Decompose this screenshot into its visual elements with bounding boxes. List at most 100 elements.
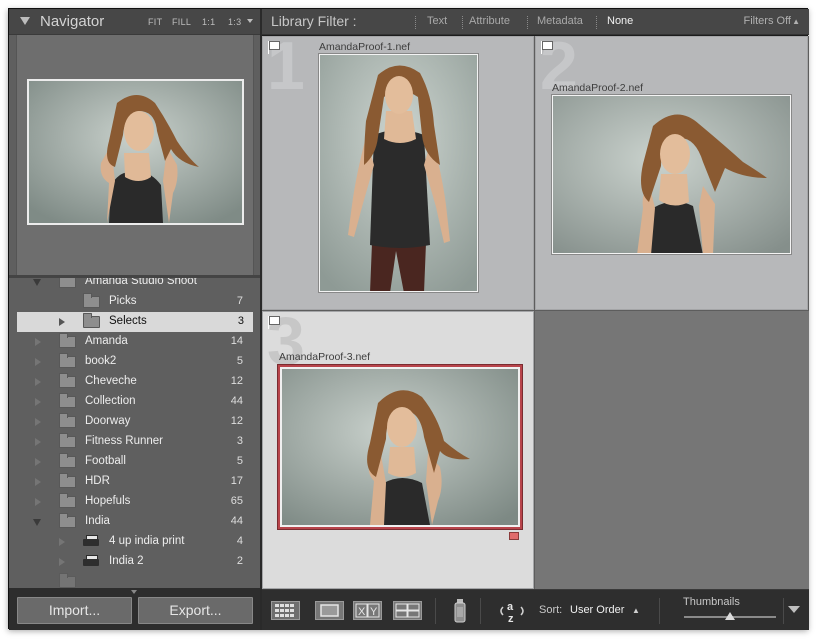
flag-icon[interactable]	[268, 316, 280, 329]
disclosure-triangle-icon[interactable]	[33, 279, 41, 286]
grid-empty-area	[535, 311, 809, 589]
filter-separator	[415, 16, 416, 29]
folder-icon	[59, 333, 76, 348]
disclosure-triangle-icon[interactable]	[59, 538, 65, 546]
sort-dropdown-icon[interactable]: ▲︎	[632, 606, 640, 615]
disclosure-triangle-icon[interactable]	[35, 498, 41, 506]
disclosure-triangle-icon[interactable]	[59, 558, 65, 566]
import-button[interactable]: Import...	[17, 597, 132, 624]
filter-none[interactable]: None	[607, 15, 633, 27]
filters-dropdown-icon[interactable]: ▲︎	[792, 17, 800, 26]
zoom-fit[interactable]: FIT	[148, 17, 162, 27]
filters-off-dropdown[interactable]: Filters Off	[744, 15, 791, 27]
folder-row[interactable]: HDR 17	[9, 472, 260, 492]
folder-count: 44	[230, 395, 243, 407]
grid-cell[interactable]: 1 AmandaProof-1.nef	[262, 28, 534, 310]
folder-label: book2	[85, 355, 117, 367]
photo-thumbnail[interactable]	[552, 95, 791, 254]
grid-view-icon[interactable]	[271, 601, 300, 620]
svg-text:z: z	[508, 613, 514, 625]
folder-row[interactable]: Doorway 12	[9, 412, 260, 432]
disclosure-triangle-icon[interactable]	[35, 398, 41, 406]
sort-dropdown[interactable]: User Order	[570, 604, 624, 616]
disclosure-triangle-icon[interactable]	[35, 358, 41, 366]
toolbar-options-icon[interactable]	[788, 606, 800, 613]
toolbar-separator	[480, 598, 481, 624]
folder-icon	[83, 293, 100, 308]
sort-label: Sort:	[539, 604, 563, 616]
scroll-caret-icon[interactable]	[131, 590, 137, 594]
collection-row[interactable]: India 2 2	[9, 552, 260, 572]
flag-icon[interactable]	[268, 41, 280, 54]
filter-separator	[527, 16, 528, 29]
folder-icon	[59, 413, 76, 428]
survey-view-icon[interactable]	[393, 601, 422, 620]
navigator-preview-image[interactable]	[27, 79, 244, 225]
navigator-title: Navigator	[40, 13, 105, 30]
color-label-icon[interactable]	[509, 532, 519, 540]
folder-row[interactable]: Fitness Runner 3	[9, 432, 260, 452]
folder-icon	[59, 573, 76, 588]
disclosure-triangle-icon[interactable]	[59, 318, 65, 326]
folder-label: Doorway	[85, 415, 131, 427]
folder-row[interactable]: Football 5	[9, 452, 260, 472]
folder-row[interactable]: Amanda Studio Shoot	[9, 278, 260, 292]
cell-index: 1	[267, 28, 305, 104]
folder-count: 5	[236, 455, 243, 467]
disclosure-triangle-icon[interactable]	[35, 378, 41, 386]
painter-spray-can-icon[interactable]	[452, 598, 468, 624]
folder-count: 14	[230, 335, 243, 347]
slider-handle[interactable]	[725, 612, 735, 620]
folder-row[interactable]: Picks 7	[9, 292, 260, 312]
folder-row[interactable]: book2 5	[9, 352, 260, 372]
navigator-preview[interactable]	[16, 35, 254, 275]
folder-icon	[59, 353, 76, 368]
folder-count: 3	[237, 315, 244, 327]
folder-icon	[59, 513, 76, 528]
sort-direction-icon[interactable]: a z	[497, 597, 527, 625]
folder-count: 3	[236, 435, 243, 447]
folder-count: 65	[230, 495, 243, 507]
folder-row[interactable]: Hopefuls 65	[9, 492, 260, 512]
grid-cell[interactable]: 2 AmandaProof-2.nef	[535, 28, 808, 310]
collapse-triangle-icon[interactable]	[20, 17, 30, 25]
collection-row[interactable]: 4 up india print 4	[9, 532, 260, 552]
folder-row[interactable]: India 44	[9, 512, 260, 532]
disclosure-triangle-icon[interactable]	[35, 418, 41, 426]
filter-text[interactable]: Text	[427, 15, 447, 27]
photo-thumbnail[interactable]	[280, 367, 520, 527]
collection-label: 4 up india print	[109, 535, 185, 547]
disclosure-triangle-icon[interactable]	[33, 519, 41, 526]
folder-count: 17	[230, 475, 243, 487]
folder-label: Amanda	[85, 335, 128, 347]
zoom-dropdown-icon[interactable]	[247, 19, 253, 23]
filter-metadata[interactable]: Metadata	[537, 15, 583, 27]
folder-label: Football	[85, 455, 126, 467]
disclosure-triangle-icon[interactable]	[35, 438, 41, 446]
navigator-header[interactable]: Navigator FIT FILL 1:1 1:3	[9, 9, 260, 35]
zoom-1-1[interactable]: 1:1	[202, 17, 215, 27]
zoom-fill[interactable]: FILL	[172, 17, 191, 27]
folder-row-partial[interactable]	[9, 572, 260, 588]
photo-thumbnail[interactable]	[319, 54, 478, 292]
folder-label: Cheveche	[85, 375, 137, 387]
folder-row[interactable]: Cheveche 12	[9, 372, 260, 392]
compare-view-icon[interactable]: X Y	[353, 601, 382, 620]
disclosure-triangle-icon[interactable]	[35, 338, 41, 346]
folder-count: 12	[230, 375, 243, 387]
folder-icon	[59, 493, 76, 508]
zoom-1-3[interactable]: 1:3	[228, 17, 241, 27]
collection-count: 2	[236, 555, 243, 567]
folder-row[interactable]: Collection 44	[9, 392, 260, 412]
file-name: AmandaProof-1.nef	[319, 41, 411, 53]
grid-cell-selected[interactable]: 3 AmandaProof-3.nef	[262, 303, 534, 589]
flag-icon[interactable]	[541, 41, 553, 54]
disclosure-triangle-icon[interactable]	[35, 478, 41, 486]
folder-label: Selects	[109, 315, 147, 327]
loupe-view-icon[interactable]	[315, 601, 344, 620]
disclosure-triangle-icon[interactable]	[35, 458, 41, 466]
folder-row-selected[interactable]: Selects 3	[17, 312, 253, 332]
filter-attribute[interactable]: Attribute	[469, 15, 510, 27]
export-button[interactable]: Export...	[138, 597, 253, 624]
folder-row[interactable]: Amanda 14	[9, 332, 260, 352]
